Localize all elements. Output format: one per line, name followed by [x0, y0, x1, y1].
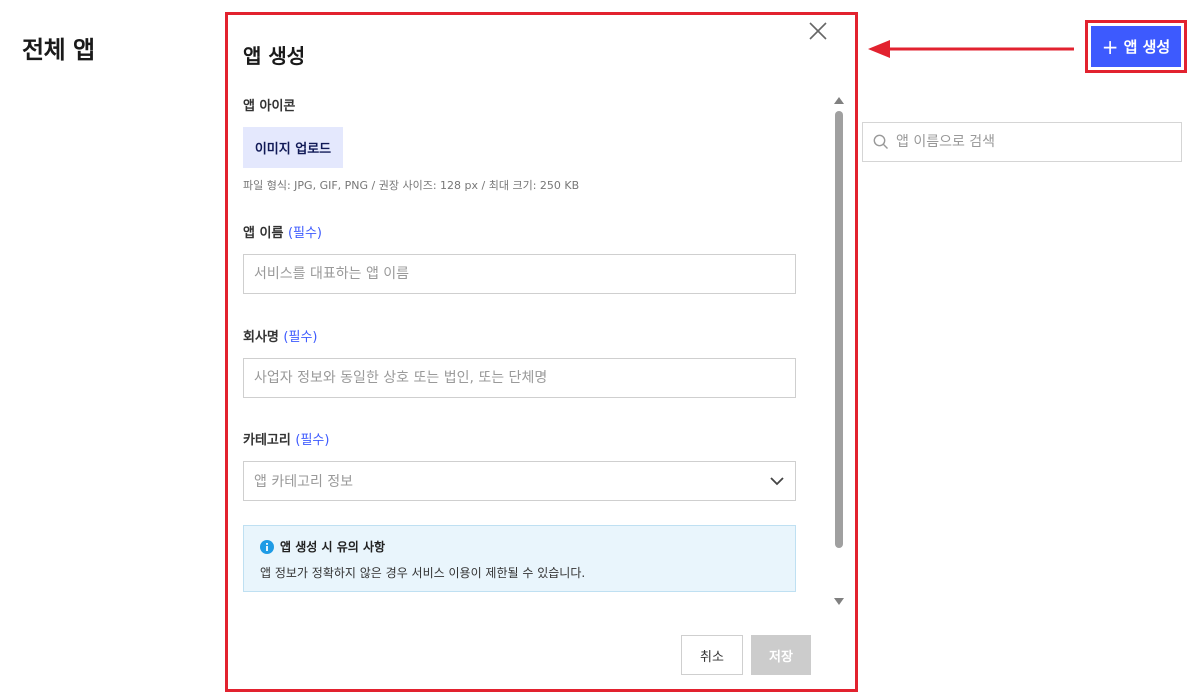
- save-button[interactable]: 저장: [751, 635, 811, 675]
- cancel-button[interactable]: 취소: [681, 635, 743, 675]
- scroll-up-arrow-icon[interactable]: [834, 97, 844, 104]
- company-name-label: 회사명 (필수): [243, 326, 318, 345]
- create-button-highlight: + 앱 생성: [1085, 20, 1187, 73]
- modal-scrollbar[interactable]: [834, 97, 844, 605]
- image-upload-button[interactable]: 이미지 업로드: [243, 127, 343, 168]
- search-input[interactable]: [896, 134, 1156, 150]
- left-arrow-icon: [868, 40, 1074, 58]
- chevron-down-icon: [770, 477, 784, 486]
- upload-hint: 파일 형식: JPG, GIF, PNG / 권장 사이즈: 128 px / …: [243, 179, 580, 192]
- page-title: 전체 앱: [22, 36, 95, 64]
- category-select-value: 앱 카테고리 정보: [254, 474, 354, 490]
- company-name-input[interactable]: [243, 358, 796, 398]
- search-box[interactable]: [862, 122, 1182, 162]
- company-name-label-text: 회사명: [243, 330, 279, 345]
- search-icon: [873, 134, 888, 149]
- close-icon[interactable]: [807, 20, 829, 42]
- required-marker: (필수): [287, 226, 323, 241]
- category-label: 카테고리 (필수): [243, 429, 329, 448]
- notice-header: 앱 생성 시 유의 사항: [260, 538, 779, 555]
- required-marker: (필수): [283, 330, 318, 345]
- category-label-text: 카테고리: [243, 433, 291, 448]
- app-name-input[interactable]: [243, 254, 796, 294]
- create-app-button-label: 앱 생성: [1123, 38, 1171, 56]
- notice-title: 앱 생성 시 유의 사항: [280, 540, 386, 554]
- app-name-label: 앱 이름 (필수): [243, 222, 322, 241]
- info-icon: [260, 539, 274, 554]
- app-name-label-text: 앱 이름: [243, 226, 284, 241]
- app-icon-label: 앱 아이콘: [243, 99, 296, 114]
- scroll-down-arrow-icon[interactable]: [834, 598, 844, 605]
- required-marker: (필수): [295, 433, 330, 448]
- notice-body: 앱 정보가 정확하지 않은 경우 서비스 이용이 제한될 수 있습니다.: [260, 566, 586, 580]
- modal-title: 앱 생성: [243, 44, 306, 68]
- scroll-thumb[interactable]: [835, 111, 843, 548]
- create-app-modal: 앱 생성 앱 아이콘 이미지 업로드 파일 형식: JPG, GIF, PNG …: [225, 12, 858, 692]
- notice-box: 앱 생성 시 유의 사항 앱 정보가 정확하지 않은 경우 서비스 이용이 제한…: [243, 525, 796, 592]
- category-select[interactable]: 앱 카테고리 정보: [243, 461, 796, 501]
- create-app-button[interactable]: + 앱 생성: [1091, 26, 1181, 67]
- plus-icon: +: [1101, 34, 1119, 59]
